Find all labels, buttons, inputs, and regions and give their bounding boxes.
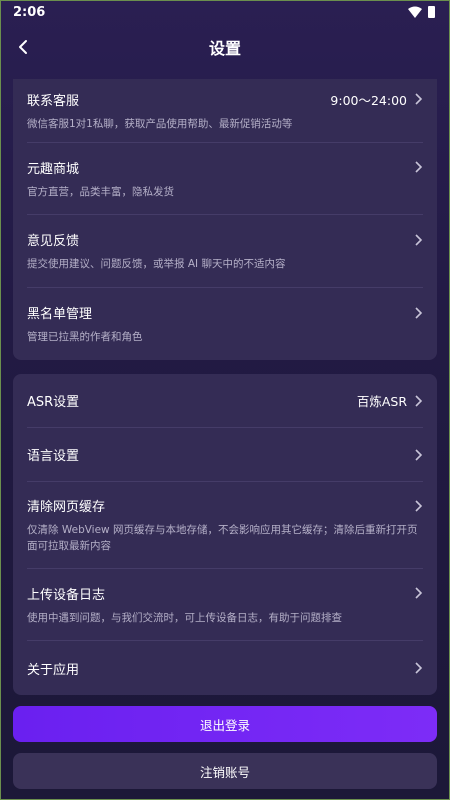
- row-contact-service[interactable]: 联系客服 9:00～24:00 微信客服1对1私聊，获取产品使用帮助、最新促销活…: [27, 79, 423, 143]
- row-label: ASR设置: [27, 395, 80, 410]
- settings-group-service: 联系客服 9:00～24:00 微信客服1对1私聊，获取产品使用帮助、最新促销活…: [13, 79, 437, 360]
- row-label: 元趣商城: [27, 161, 80, 177]
- asr-value: 百炼ASR: [356, 394, 407, 409]
- header: 设置: [1, 23, 449, 71]
- status-bar: 2:06: [1, 1, 449, 23]
- status-icons: [408, 6, 435, 18]
- row-store[interactable]: 元趣商城 官方直营，品类丰富，隐私发货: [27, 143, 423, 215]
- row-blacklist[interactable]: 黑名单管理 管理已拉黑的作者和角色: [27, 288, 423, 360]
- row-label: 关于应用: [27, 662, 80, 678]
- row-description: 管理已拉黑的作者和角色: [27, 331, 143, 343]
- row-label: 语言设置: [27, 449, 80, 464]
- chevron-right-icon: [415, 93, 423, 105]
- battery-icon: [428, 6, 435, 18]
- delete-account-button[interactable]: 注销账号: [13, 753, 437, 789]
- row-label: 上传设备日志: [27, 587, 106, 603]
- row-language-settings[interactable]: 语言设置: [27, 428, 423, 482]
- chevron-right-icon: [415, 662, 423, 674]
- row-clear-web-cache[interactable]: 清除网页缓存 仅清除 WebView 网页缓存与本地存储，不会影响应用其它缓存；…: [27, 482, 423, 569]
- chevron-left-icon: [19, 40, 27, 54]
- row-label: 清除网页缓存: [27, 500, 106, 515]
- chevron-right-icon: [415, 448, 423, 461]
- row-asr-settings[interactable]: ASR设置 百炼ASR: [27, 374, 423, 428]
- page-title: 设置: [208, 39, 241, 58]
- logout-button[interactable]: 退出登录: [13, 706, 437, 742]
- row-about-app[interactable]: 关于应用: [27, 641, 423, 695]
- row-label: 黑名单管理: [27, 307, 93, 322]
- row-feedback[interactable]: 意见反馈 提交使用建议、问题反馈，或举报 AI 聊天中的不适内容: [27, 215, 423, 288]
- back-button[interactable]: [11, 35, 35, 59]
- settings-group-app: ASR设置 百炼ASR 语言设置 清除网页缓存 仅清除 WebView 网页缓存…: [13, 374, 437, 695]
- chevron-right-icon: [415, 161, 423, 173]
- service-hours: 9:00～24:00: [330, 92, 407, 108]
- wifi-icon: [408, 6, 422, 18]
- row-description: 微信客服1对1私聊，获取产品使用帮助、最新促销活动等: [27, 117, 293, 130]
- chevron-right-icon: [415, 587, 423, 599]
- chevron-right-icon: [415, 233, 423, 246]
- row-description: 使用中遇到问题，与我们交流时，可上传设备日志，有助于问题排查: [27, 611, 342, 624]
- status-time: 2:06: [13, 4, 46, 20]
- chevron-right-icon: [415, 306, 423, 319]
- row-description: 提交使用建议、问题反馈，或举报 AI 聊天中的不适内容: [27, 258, 286, 270]
- row-upload-logs[interactable]: 上传设备日志 使用中遇到问题，与我们交流时，可上传设备日志，有助于问题排查: [27, 569, 423, 641]
- row-label: 联系客服: [27, 93, 80, 109]
- row-description: 官方直营，品类丰富，隐私发货: [27, 185, 174, 198]
- chevron-right-icon: [415, 499, 423, 512]
- row-label: 意见反馈: [27, 234, 80, 249]
- chevron-right-icon: [415, 394, 423, 407]
- row-description: 仅清除 WebView 网页缓存与本地存储，不会影响应用其它缓存；清除后重新打开…: [27, 524, 418, 552]
